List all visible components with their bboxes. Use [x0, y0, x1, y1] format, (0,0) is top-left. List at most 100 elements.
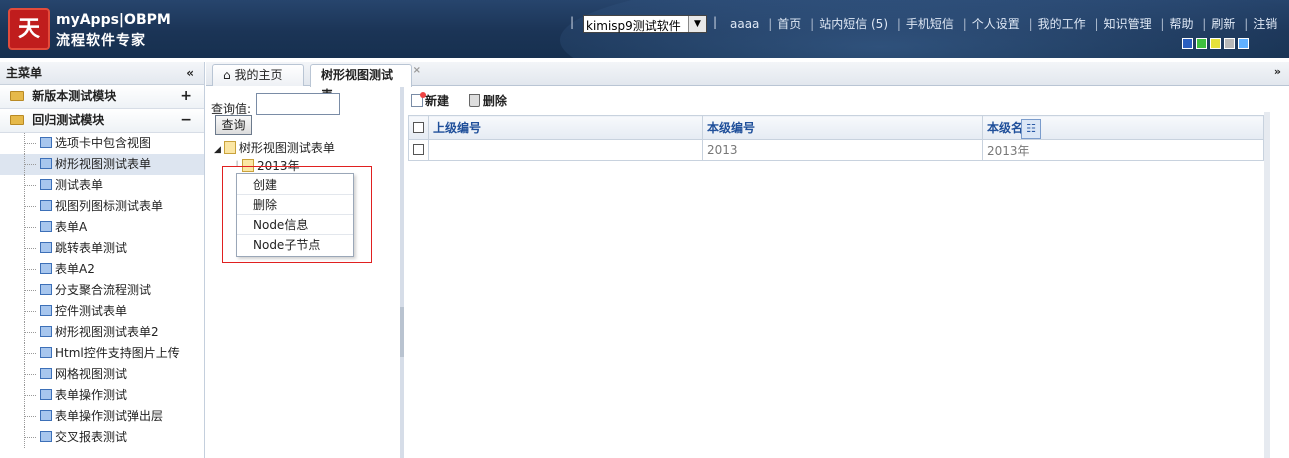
- form-icon: [40, 326, 52, 337]
- sidebar-menu-item[interactable]: 表单操作测试: [0, 385, 204, 406]
- column-header-parent-code[interactable]: 上级编号: [428, 115, 703, 140]
- menu-item-label: 表单A2: [55, 262, 95, 276]
- sidebar-menu-item[interactable]: 视图列图标测试表单: [0, 196, 204, 217]
- sidebar-menu-item[interactable]: 表单操作测试弹出层: [0, 406, 204, 427]
- tree-line: [24, 185, 36, 186]
- tree-root[interactable]: ◢ 树形视图测试表单: [214, 139, 335, 156]
- table-row[interactable]: 2013 2013年: [408, 139, 1264, 161]
- column-header-code[interactable]: 本级编号: [702, 115, 983, 140]
- application-select-value: kimisp9测试软件: [586, 19, 681, 33]
- nav-home[interactable]: 首页: [777, 17, 801, 31]
- column-chooser-icon[interactable]: ☷: [1021, 119, 1041, 139]
- nav-site-messages[interactable]: 站内短信 (5): [819, 17, 888, 31]
- theme-swatch-green[interactable]: [1196, 38, 1207, 49]
- theme-swatch-blue[interactable]: [1182, 38, 1193, 49]
- tree-line: [24, 311, 36, 312]
- form-icon: [40, 284, 52, 295]
- new-button[interactable]: 新建: [411, 90, 449, 112]
- sidebar-menu-item[interactable]: Html控件支持图片上传: [0, 343, 204, 364]
- tab-label: 我的主页: [234, 68, 283, 82]
- tab-tree-view-test[interactable]: 树形视图测试表 ×: [310, 64, 421, 102]
- theme-swatch-yellow[interactable]: [1210, 38, 1221, 49]
- tree-line: [24, 164, 36, 165]
- context-delete[interactable]: 删除: [237, 195, 353, 215]
- form-icon: [40, 347, 52, 358]
- context-create[interactable]: 创建: [237, 175, 353, 195]
- tree-root-label: 树形视图测试表单: [238, 141, 335, 155]
- application-select[interactable]: kimisp9测试软件 ▼: [583, 15, 707, 33]
- expand-icon[interactable]: +: [180, 85, 192, 108]
- select-all-checkbox[interactable]: [413, 121, 424, 133]
- brand-name: myApps|OBPM: [56, 12, 171, 28]
- module-regression-test[interactable]: 回归测试模块 −: [0, 109, 204, 133]
- nav-logout[interactable]: 注销: [1253, 17, 1277, 31]
- close-icon[interactable]: ×: [413, 61, 421, 81]
- nav-knowledge[interactable]: 知识管理: [1104, 17, 1152, 31]
- menu-item-label: 选项卡中包含视图: [55, 136, 152, 150]
- chevron-down-icon[interactable]: ▼: [688, 16, 706, 32]
- module-label: 回归测试模块: [32, 113, 105, 127]
- user-name[interactable]: aaaa: [730, 17, 759, 31]
- tree-line: [24, 353, 36, 354]
- sidebar-header: 主菜单 «: [0, 62, 204, 85]
- tree-expand-icon[interactable]: ◢: [214, 145, 221, 155]
- tree-line: [24, 143, 36, 144]
- sidebar-menu-item[interactable]: 树形视图测试表单2: [0, 322, 204, 343]
- menu-item-label: 树形视图测试表单: [55, 157, 152, 171]
- module-label: 新版本测试模块: [32, 89, 117, 103]
- tab-home[interactable]: ⌂ 我的主页: [212, 64, 304, 86]
- form-icon: [40, 200, 52, 211]
- menu-item-label: 视图列图标测试表单: [55, 199, 164, 213]
- query-button[interactable]: 查询: [215, 115, 252, 135]
- panel-splitter[interactable]: [400, 307, 404, 357]
- cell-parent-code: [428, 139, 703, 161]
- sidebar-menu-item[interactable]: 表单A: [0, 217, 204, 238]
- menu-item-label: 控件测试表单: [55, 304, 128, 318]
- menu-item-label: 测试表单: [55, 178, 104, 192]
- context-node-children[interactable]: Node子节点: [237, 235, 353, 255]
- collapse-module-icon[interactable]: −: [180, 109, 192, 132]
- menu-item-label: 表单A: [55, 220, 88, 234]
- theme-swatch-gray[interactable]: [1224, 38, 1235, 49]
- cell-name: 2013年: [982, 139, 1264, 161]
- context-menu: 创建 删除 Node信息 Node子节点: [236, 173, 354, 257]
- theme-swatch-lightblue[interactable]: [1238, 38, 1249, 49]
- query-input[interactable]: [256, 93, 340, 115]
- nav-my-work[interactable]: 我的工作: [1038, 17, 1086, 31]
- collapse-icon[interactable]: «: [186, 62, 194, 84]
- module-new-version-test[interactable]: 新版本测试模块 +: [0, 85, 204, 109]
- sidebar-menu-item[interactable]: 交叉报表测试: [0, 427, 204, 448]
- nav-help[interactable]: 帮助: [1169, 17, 1193, 31]
- grid-header-row: 上级编号 本级编号 本级名称: [408, 115, 1264, 140]
- sidebar-menu-item[interactable]: 表单A2: [0, 259, 204, 280]
- sidebar-menu-item[interactable]: 测试表单: [0, 175, 204, 196]
- delete-button[interactable]: 删除: [468, 90, 507, 112]
- top-navigation: aaaa | 首页 | 站内短信 (5) | 手机短信 | 个人设置 | 我的工作 | 知识…: [730, 17, 1278, 31]
- context-node-info[interactable]: Node信息: [237, 215, 353, 235]
- tree-line: [24, 227, 36, 228]
- app-header: 天 myApps|OBPM 流程软件专家 | kimisp9测试软件 ▼ | a…: [0, 0, 1289, 58]
- form-icon: [40, 263, 52, 274]
- sidebar-menu-item[interactable]: 网格视图测试: [0, 364, 204, 385]
- sidebar-menu-item[interactable]: 选项卡中包含视图: [0, 133, 204, 154]
- sidebar-menu-item[interactable]: 分支聚合流程测试: [0, 280, 204, 301]
- logo: 天: [8, 8, 50, 50]
- sidebar-menu-item[interactable]: 跳转表单测试: [0, 238, 204, 259]
- tree-line: [24, 416, 36, 417]
- nav-sms[interactable]: 手机短信: [906, 17, 954, 31]
- tree-line: [24, 332, 36, 333]
- form-icon: [40, 179, 52, 190]
- nav-personal-settings[interactable]: 个人设置: [972, 17, 1020, 31]
- sidebar-menu-item[interactable]: 控件测试表单: [0, 301, 204, 322]
- home-icon: ⌂: [223, 68, 231, 82]
- sidebar-menu-item[interactable]: 树形视图测试表单: [0, 154, 204, 175]
- nav-refresh[interactable]: 刷新: [1211, 17, 1235, 31]
- row-checkbox[interactable]: [413, 144, 424, 155]
- tab-scroll-icon[interactable]: »: [1274, 65, 1281, 78]
- form-icon: [40, 368, 52, 379]
- folder-icon: [10, 115, 24, 125]
- grid-scrollbar[interactable]: [1264, 112, 1270, 458]
- form-icon: [40, 305, 52, 316]
- form-icon: [40, 410, 52, 421]
- menu-item-label: 表单操作测试弹出层: [55, 409, 164, 423]
